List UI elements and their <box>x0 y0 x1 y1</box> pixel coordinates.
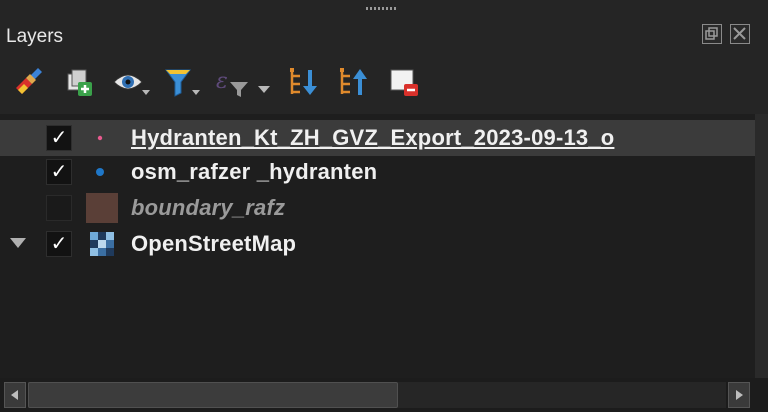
scroll-right-arrow-icon[interactable] <box>728 382 750 408</box>
collapse-all-icon[interactable] <box>338 66 370 98</box>
expand-chevron-down-icon[interactable] <box>10 238 26 248</box>
svg-text:ε: ε <box>216 69 228 94</box>
remove-layer-icon[interactable] <box>388 66 420 98</box>
layer-visibility-checkbox[interactable]: ✓ <box>46 159 72 185</box>
raster-tile-icon <box>86 229 118 259</box>
layer-name: OpenStreetMap <box>131 231 297 256</box>
visibility-eye-icon[interactable] <box>112 66 150 98</box>
layer-row-hydranten-export[interactable]: ✓ Hydranten_Kt_ZH_GVZ_Export_2023-09-13_… <box>0 120 755 156</box>
close-panel-icon[interactable] <box>730 24 750 44</box>
pink-point-icon <box>86 123 118 153</box>
float-panel-icon[interactable] <box>702 24 722 44</box>
panel-title: Layers <box>6 26 64 47</box>
layer-row-boundary-rafz[interactable]: boundary_rafz <box>0 190 755 226</box>
layer-tree: ✓ Hydranten_Kt_ZH_GVZ_Export_2023-09-13_… <box>0 114 755 378</box>
add-group-icon[interactable] <box>64 66 96 98</box>
layer-visibility-checkbox[interactable]: ✓ <box>46 231 72 257</box>
layer-name: osm_rafzer _hydranten <box>131 159 378 184</box>
drag-grip-handle[interactable] <box>366 7 398 10</box>
expand-all-icon[interactable] <box>288 66 320 98</box>
filter-legend-icon[interactable] <box>164 66 200 98</box>
scrollbar-thumb[interactable] <box>28 382 398 408</box>
expression-filter-icon[interactable]: ε <box>214 66 270 98</box>
brown-polygon-icon <box>86 193 118 223</box>
layer-visibility-checkbox[interactable]: ✓ <box>46 125 72 151</box>
style-brush-icon[interactable] <box>12 66 44 98</box>
vertical-scrollbar[interactable] <box>755 114 768 378</box>
layer-name: Hydranten_Kt_ZH_GVZ_Export_2023-09-13_o <box>131 125 615 150</box>
layer-visibility-checkbox[interactable] <box>46 195 72 221</box>
blue-point-icon <box>86 157 118 187</box>
layer-row-openstreetmap[interactable]: ✓ OpenStreetMap <box>0 226 755 262</box>
layer-row-osm-hydranten[interactable]: ✓ osm_rafzer _hydranten <box>0 154 755 190</box>
panel-title-bar <box>0 16 768 58</box>
scroll-left-arrow-icon[interactable] <box>4 382 26 408</box>
dock-top-bar <box>0 0 768 16</box>
layers-toolbar: ε <box>0 58 768 114</box>
layer-name: boundary_rafz <box>131 195 286 220</box>
